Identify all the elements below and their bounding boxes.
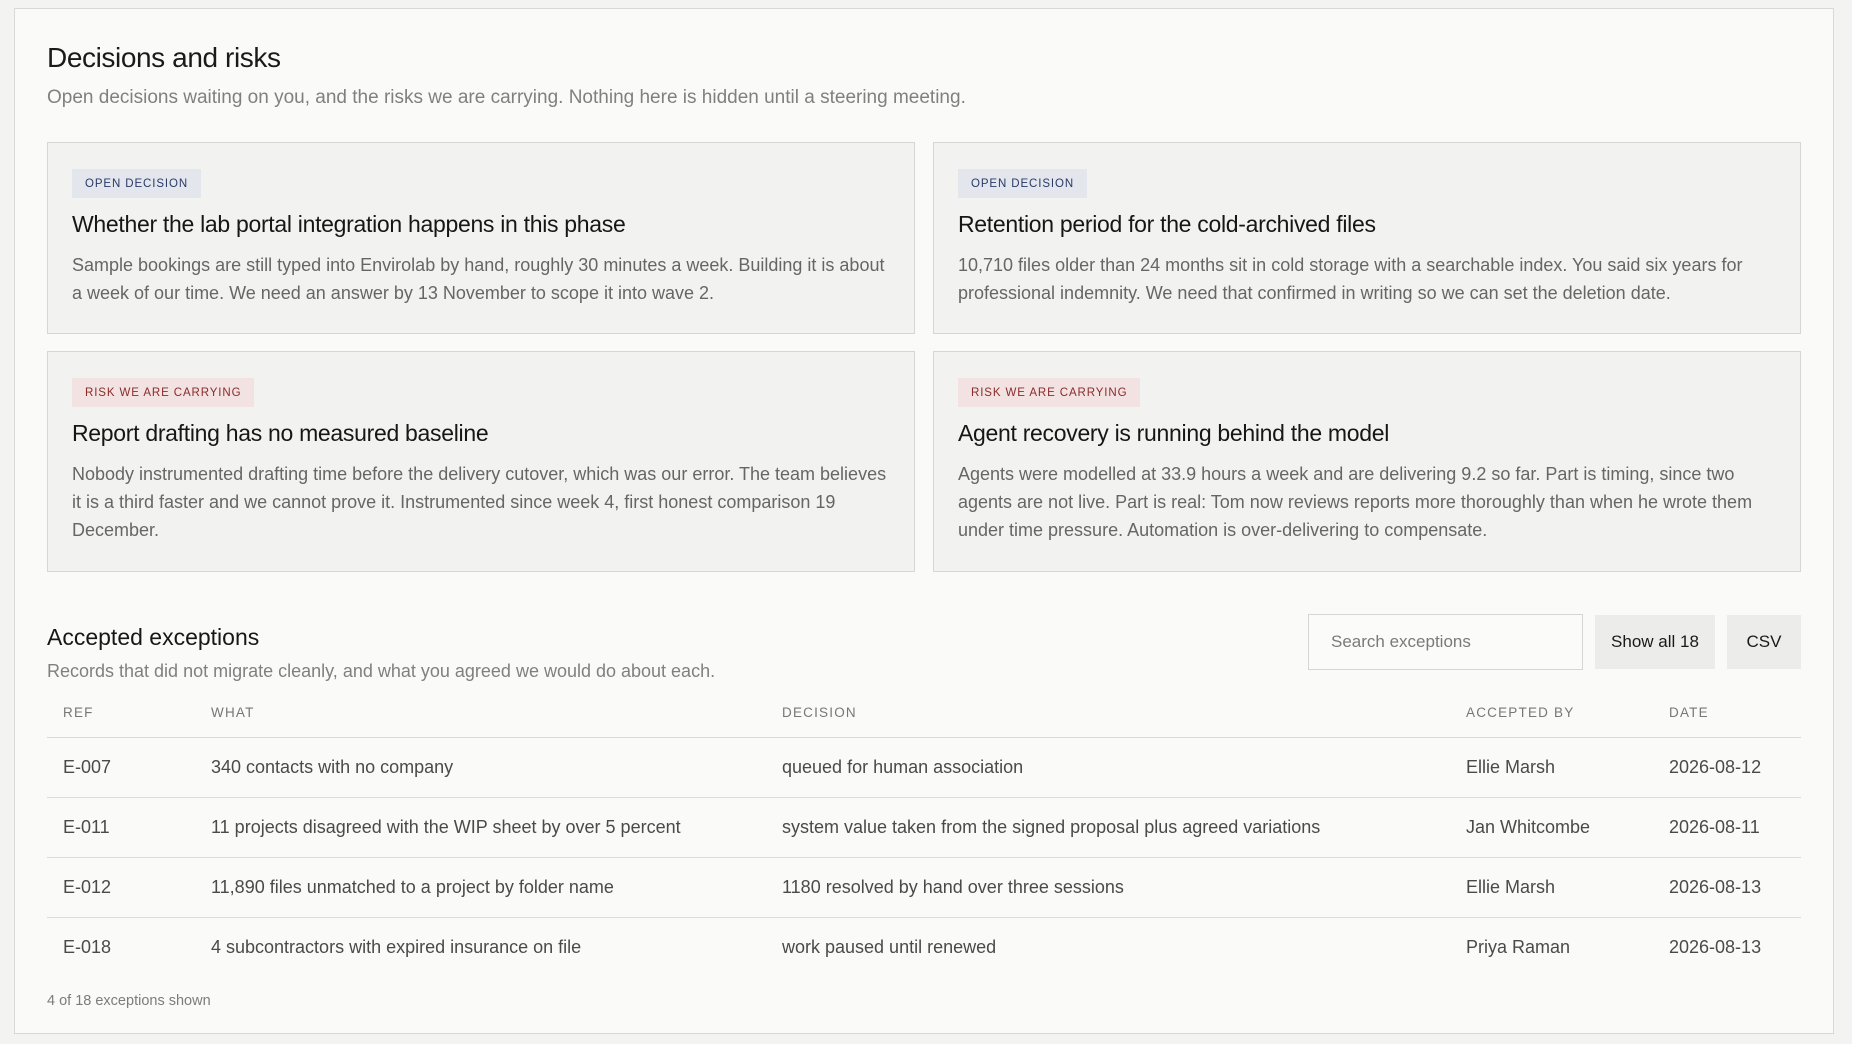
page-title: Decisions and risks [47,42,281,73]
table-row: E-018 4 subcontractors with expired insu… [47,917,1801,977]
exceptions-table: Ref What Decision Accepted by Date E-007… [47,689,1801,977]
page-subtitle: Open decisions waiting on you, and the r… [47,87,966,108]
table-row: E-007 340 contacts with no company queue… [47,737,1801,798]
card-body: 10,710 files older than 24 months sit in… [958,255,1743,303]
card-title: Retention period for the cold-archived f… [958,211,1376,237]
risk-card-drafting-baseline: Risk we are carrying Report drafting has… [47,351,915,572]
cell-date: 2026-08-13 [1669,936,1762,957]
csv-export-button[interactable]: CSV [1727,615,1801,669]
table-header-row: Ref What Decision Accepted by Date [47,689,1801,738]
open-decision-badge: Open decision [72,169,202,198]
card-body: Nobody instrumented drafting time before… [72,464,887,540]
cell-what: 11 projects disagreed with the WIP sheet… [195,797,766,858]
cell-date: 2026-08-11 [1653,797,1801,858]
decision-card-retention: Open decision Retention period for the c… [933,142,1801,334]
risk-badge: Risk we are carrying [958,378,1141,407]
decisions-panel: Decisions and risks Open decisions waiti… [14,8,1834,1034]
cell-what: 340 contacts with no company [195,737,766,798]
cell-accepted-by: Ellie Marsh [1450,857,1653,918]
cell-date: 2026-08-12 [1653,737,1801,798]
card-title: Report drafting has no measured baseline [72,420,489,446]
cell-what: 4 subcontractors with expired insurance … [211,936,582,957]
risk-card-agent-recovery: Risk we are carrying Agent recovery is r… [933,351,1801,572]
cell-accepted-by: Jan Whitcombe [1450,797,1653,858]
column-header-accepted-by: Accepted by [1450,689,1653,738]
exceptions-count-note: 4 of 18 exceptions shown [47,993,211,1009]
exceptions-subtitle: Records that did not migrate cleanly, an… [47,661,716,681]
cell-ref: E-012 [47,857,195,918]
cell-ref: E-007 [47,737,195,798]
card-title: Agent recovery is running behind the mod… [958,420,1390,446]
card-body: Agents were modelled at 33.9 hours a wee… [958,464,1753,540]
cell-accepted-by: Priya Raman [1466,936,1571,957]
table-row: E-012 11,890 files unmatched to a projec… [47,857,1801,918]
cell-what: 11,890 files unmatched to a project by f… [195,857,766,918]
cell-decision: 1180 resolved by hand over three session… [766,857,1450,918]
cell-accepted-by: Ellie Marsh [1450,737,1653,798]
column-header-ref: Ref [47,689,195,738]
column-header-decision: Decision [766,689,1450,738]
card-body: Sample bookings are still typed into Env… [72,255,885,303]
exceptions-header: Accepted exceptions Records that did not… [47,614,1801,694]
risk-badge: Risk we are carrying [72,378,255,407]
column-header-date: Date [1653,689,1801,738]
table-row: E-011 11 projects disagreed with the WIP… [47,797,1801,858]
open-decision-badge: Open decision [958,169,1088,198]
cell-decision: work paused until renewed [782,936,997,957]
card-title: Whether the lab portal integration happe… [72,211,626,237]
cell-ref: E-011 [47,797,195,858]
search-exceptions-input[interactable] [1308,614,1583,670]
exceptions-title: Accepted exceptions [47,624,260,650]
cell-decision: queued for human association [766,737,1450,798]
cell-ref: E-018 [63,936,112,957]
cell-date: 2026-08-13 [1653,857,1801,918]
cell-decision: system value taken from the signed propo… [766,797,1450,858]
column-header-what: What [195,689,766,738]
show-all-button[interactable]: Show all 18 [1595,615,1715,669]
decision-card-lab-portal: Open decision Whether the lab portal int… [47,142,915,334]
